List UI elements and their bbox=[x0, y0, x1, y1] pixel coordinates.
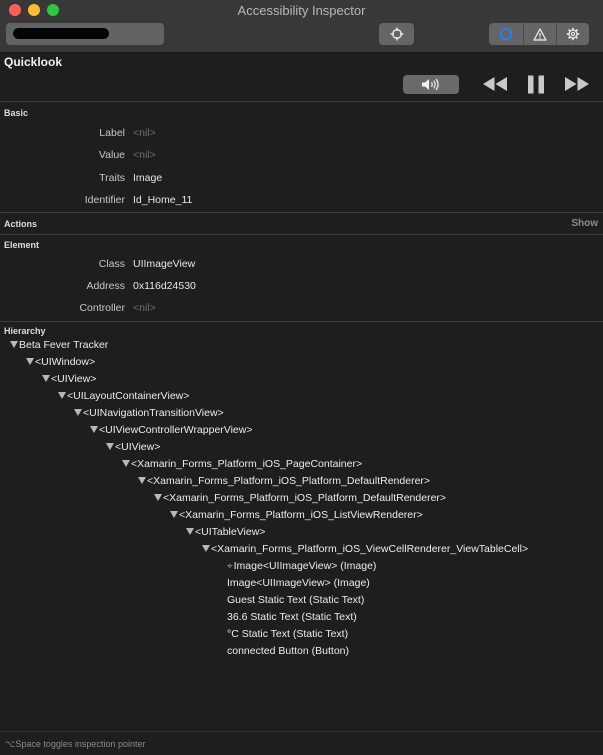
disclosure-triangle-icon[interactable] bbox=[58, 392, 66, 399]
hierarchy-node[interactable]: <UIWindow> bbox=[26, 355, 95, 369]
section-divider bbox=[0, 234, 603, 235]
prop-value: <nil> bbox=[133, 149, 156, 161]
actions-show-button[interactable]: Show bbox=[571, 218, 598, 229]
element-controller-row: Controller <nil> bbox=[0, 302, 603, 318]
prop-value: Id_Home_11 bbox=[133, 194, 193, 206]
disclosure-triangle-icon[interactable] bbox=[186, 528, 194, 535]
hierarchy-node[interactable]: <UIViewControllerWrapperView> bbox=[90, 423, 253, 437]
disclosure-triangle-icon[interactable] bbox=[202, 545, 210, 552]
prop-value: 0x116d24530 bbox=[133, 280, 196, 292]
prop-label: Address bbox=[86, 280, 125, 292]
hierarchy-leaf-selected[interactable]: ⌖Image<UIImageView> (Image) bbox=[227, 559, 376, 573]
section-divider bbox=[0, 212, 603, 213]
hierarchy-node[interactable]: Beta Fever Tracker bbox=[10, 338, 108, 352]
actions-section-header[interactable]: Actions bbox=[4, 219, 37, 229]
basic-traits-row: Traits Image bbox=[0, 172, 603, 188]
hierarchy-node[interactable]: <Xamarin_Forms_Platform_iOS_PageContaine… bbox=[122, 457, 362, 471]
disclosure-triangle-icon[interactable] bbox=[122, 460, 130, 467]
prop-value: <nil> bbox=[133, 127, 156, 139]
hierarchy-node[interactable]: <UIView> bbox=[42, 372, 96, 386]
inspection-pointer-button[interactable] bbox=[379, 23, 414, 45]
rewind-icon bbox=[483, 77, 507, 91]
speak-button[interactable] bbox=[403, 75, 459, 94]
disclosure-triangle-icon[interactable] bbox=[154, 494, 162, 501]
disclosure-triangle-icon[interactable] bbox=[106, 443, 114, 450]
disclosure-triangle-icon[interactable] bbox=[26, 358, 34, 365]
pause-icon bbox=[528, 75, 544, 93]
inspector-tab-button[interactable] bbox=[489, 23, 524, 45]
disclosure-triangle-icon[interactable] bbox=[42, 375, 50, 382]
hierarchy-leaf[interactable]: connected Button (Button) bbox=[227, 644, 349, 658]
prop-label: Controller bbox=[79, 302, 125, 314]
hierarchy-node[interactable]: <Xamarin_Forms_Platform_iOS_Platform_Def… bbox=[138, 474, 430, 488]
prop-value: Image bbox=[133, 172, 163, 184]
hierarchy-node[interactable]: <UIView> bbox=[106, 440, 160, 454]
hierarchy-node[interactable]: <UITableView> bbox=[186, 525, 265, 539]
hierarchy-node[interactable]: <Xamarin_Forms_Platform_iOS_Platform_Def… bbox=[154, 491, 446, 505]
section-divider bbox=[0, 321, 603, 322]
window-title: Accessibility Inspector bbox=[237, 3, 366, 18]
speaker-icon bbox=[422, 78, 439, 91]
footer-divider bbox=[0, 731, 603, 732]
redacted-target-name bbox=[13, 28, 109, 39]
element-section-header[interactable]: Element bbox=[4, 240, 39, 250]
inspector-icon bbox=[499, 27, 513, 41]
inspection-pointer-icon bbox=[390, 27, 403, 41]
footer-hint: ⌥Space toggles inspection pointer bbox=[5, 739, 146, 749]
accessibility-inspector-window: Accessibility Inspector Quicklook Basic … bbox=[0, 0, 603, 755]
rewind-button[interactable] bbox=[481, 73, 509, 95]
quicklook-header: Quicklook bbox=[4, 55, 63, 69]
inspection-target-icon: ⌖ bbox=[227, 561, 233, 572]
element-address-row: Address 0x116d24530 bbox=[0, 280, 603, 296]
fast-forward-button[interactable] bbox=[563, 73, 591, 95]
prop-label: Class bbox=[98, 258, 125, 270]
pause-button[interactable] bbox=[525, 73, 547, 95]
disclosure-triangle-icon[interactable] bbox=[90, 426, 98, 433]
basic-section-header[interactable]: Basic bbox=[4, 108, 28, 118]
hierarchy-node[interactable]: <UILayoutContainerView> bbox=[58, 389, 189, 403]
hierarchy-node[interactable]: <Xamarin_Forms_Platform_iOS_ViewCellRend… bbox=[202, 542, 528, 556]
hierarchy-leaf[interactable]: Image<UIImageView> (Image) bbox=[227, 576, 370, 590]
hierarchy-node[interactable]: <UINavigationTransitionView> bbox=[74, 406, 224, 420]
audit-tab-button[interactable] bbox=[524, 23, 557, 45]
element-class-row: Class UIImageView bbox=[0, 258, 603, 274]
disclosure-triangle-icon[interactable] bbox=[10, 341, 18, 348]
disclosure-triangle-icon[interactable] bbox=[170, 511, 178, 518]
basic-label-row: Label <nil> bbox=[0, 127, 603, 143]
prop-label: Identifier bbox=[84, 194, 125, 206]
prop-value: <nil> bbox=[133, 302, 156, 314]
hierarchy-section-header[interactable]: Hierarchy bbox=[4, 326, 46, 336]
settings-tab-button[interactable] bbox=[557, 23, 589, 45]
prop-label: Traits bbox=[99, 172, 125, 184]
prop-label: Label bbox=[99, 127, 125, 139]
prop-label: Value bbox=[98, 149, 125, 161]
disclosure-triangle-icon[interactable] bbox=[138, 477, 146, 484]
hierarchy-leaf[interactable]: Guest Static Text (Static Text) bbox=[227, 593, 364, 607]
disclosure-triangle-icon[interactable] bbox=[74, 409, 82, 416]
basic-identifier-row: Identifier Id_Home_11 bbox=[0, 194, 603, 210]
fast-forward-icon bbox=[565, 77, 589, 91]
settings-icon bbox=[566, 27, 580, 41]
prop-value: UIImageView bbox=[133, 258, 196, 270]
hierarchy-leaf[interactable]: °C Static Text (Static Text) bbox=[227, 627, 348, 641]
section-divider bbox=[0, 101, 603, 102]
audit-warning-icon bbox=[533, 27, 547, 41]
basic-value-row: Value <nil> bbox=[0, 149, 603, 165]
target-selector[interactable] bbox=[6, 23, 164, 45]
hierarchy-leaf[interactable]: 36.6 Static Text (Static Text) bbox=[227, 610, 357, 624]
title-bar: Accessibility Inspector bbox=[0, 0, 603, 53]
hierarchy-node[interactable]: <Xamarin_Forms_Platform_iOS_ListViewRend… bbox=[170, 508, 423, 522]
